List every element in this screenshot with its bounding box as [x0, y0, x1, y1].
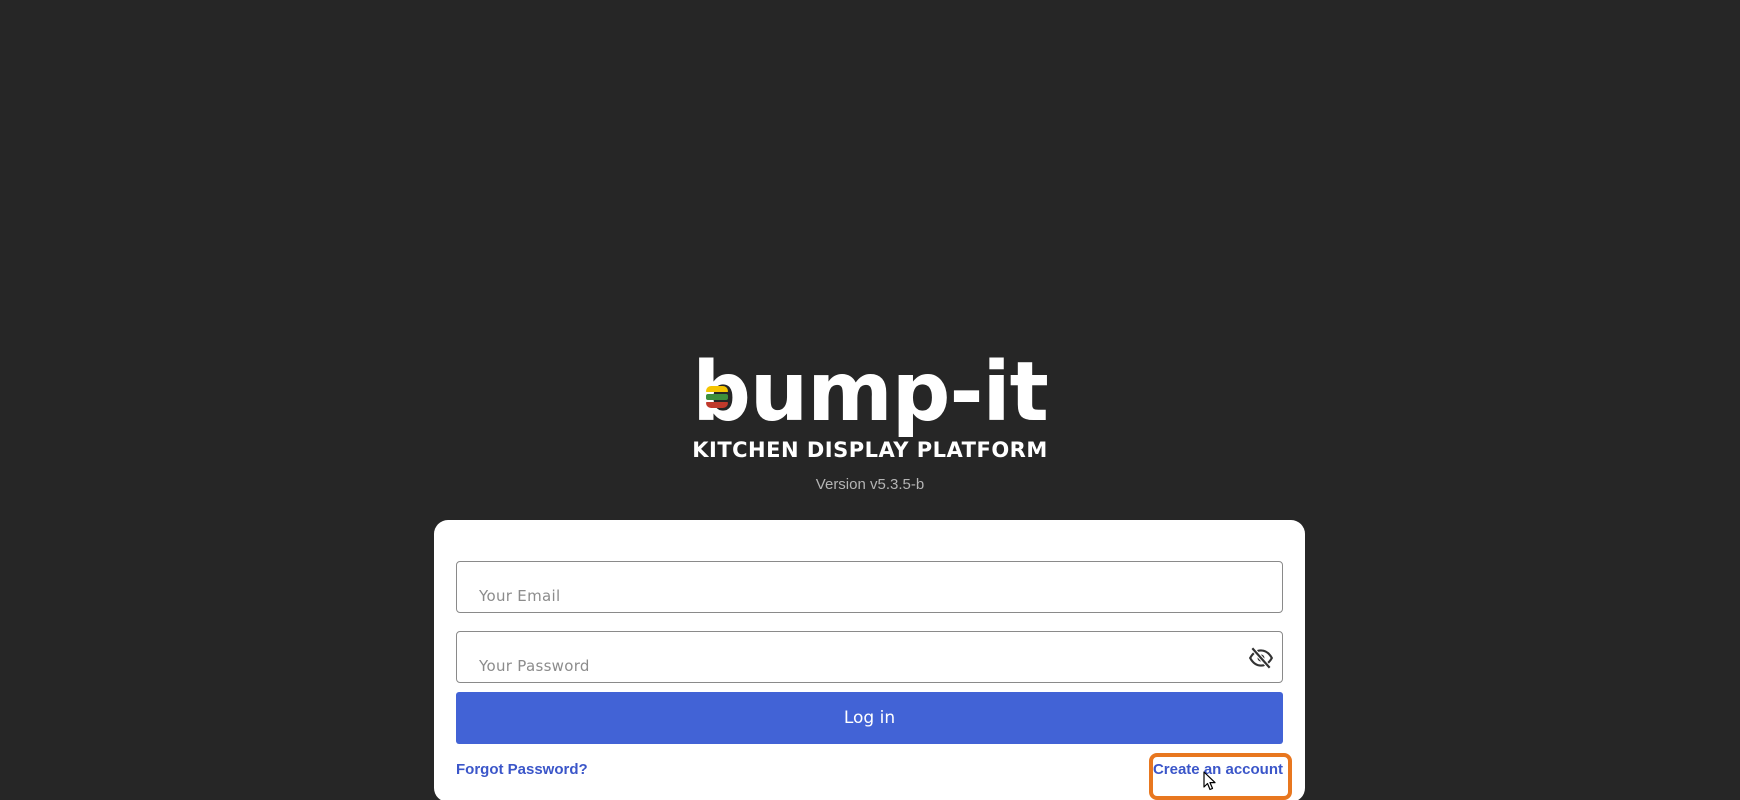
app-logo: b ump-it: [692, 345, 1049, 440]
logo-text: ump-it: [749, 345, 1049, 440]
email-field[interactable]: [456, 561, 1283, 613]
create-account-link[interactable]: Create an account: [1153, 761, 1283, 778]
eye-off-icon[interactable]: [1248, 645, 1274, 671]
app-tagline: KITCHEN DISPLAY PLATFORM: [692, 438, 1048, 462]
password-input[interactable]: [457, 632, 1282, 682]
password-field[interactable]: [456, 631, 1283, 683]
forgot-password-link[interactable]: Forgot Password?: [456, 761, 588, 778]
email-input[interactable]: [457, 562, 1282, 612]
logo-letter-b: b: [692, 345, 751, 440]
login-page: b ump-it KITCHEN DISPLAY PLATFORM Version…: [0, 0, 1740, 800]
version-label: Version v5.3.5-b: [815, 476, 925, 493]
login-button[interactable]: Log in: [456, 692, 1283, 744]
login-card: Log in Forgot Password? Create an accoun…: [434, 520, 1305, 800]
brand-header: b ump-it KITCHEN DISPLAY PLATFORM Version…: [0, 345, 1740, 494]
burger-icon: [706, 386, 729, 410]
